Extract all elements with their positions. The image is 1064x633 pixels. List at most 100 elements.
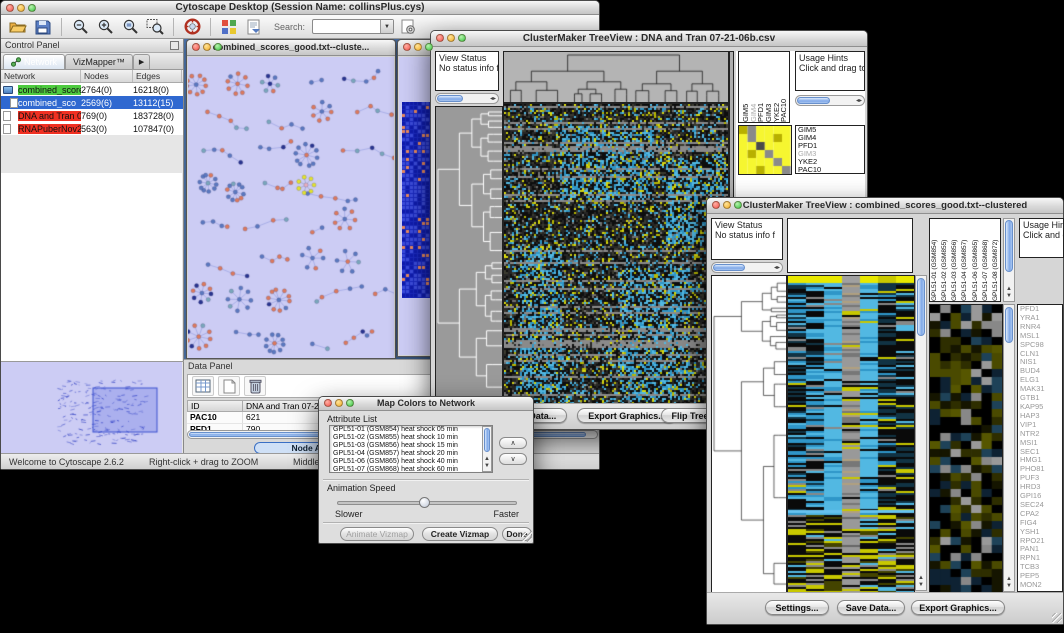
treeview2-zoom-vscrollbar[interactable]: ▲▼ bbox=[1003, 304, 1015, 592]
vizmapper-icon[interactable] bbox=[218, 17, 240, 37]
zoom-out-icon[interactable] bbox=[69, 17, 91, 37]
zoom-window-icon[interactable] bbox=[346, 399, 354, 407]
close-icon[interactable] bbox=[403, 43, 411, 51]
treeview2-zoom-heatmap[interactable] bbox=[929, 304, 1003, 594]
save-icon[interactable] bbox=[32, 17, 54, 37]
network-graph-canvas[interactable] bbox=[188, 57, 394, 358]
treeview1-usage-hints: Usage Hints Click and drag to bbox=[795, 51, 865, 91]
close-icon[interactable] bbox=[324, 399, 332, 407]
network-file-icon bbox=[3, 86, 13, 94]
minimize-icon[interactable] bbox=[17, 4, 25, 12]
zoom-window-icon[interactable] bbox=[425, 43, 433, 51]
resize-grip[interactable] bbox=[1052, 613, 1062, 623]
tab-network[interactable]: Network bbox=[3, 54, 65, 69]
column-label[interactable]: PFD1 bbox=[756, 52, 764, 122]
divider bbox=[323, 479, 529, 481]
search-input[interactable]: ▼ bbox=[312, 19, 394, 34]
network-table-row[interactable]: RNAPuberNov2+ 563(0) 107847(0) bbox=[1, 122, 183, 135]
main-titlebar[interactable]: Cytoscape Desktop (Session Name: collins… bbox=[1, 1, 599, 15]
attribute-list-item[interactable]: GPL51-02 (GSM855) heat shock 10 min bbox=[330, 434, 492, 442]
network-view-titlebar[interactable]: combined_scores_good.txt--cluste... bbox=[187, 40, 395, 56]
control-panel: Control Panel Network VizMapper™ ▶ Netwo… bbox=[1, 39, 184, 453]
close-icon[interactable] bbox=[436, 34, 444, 42]
treeview1-row-dendrogram[interactable] bbox=[435, 106, 503, 404]
close-icon[interactable] bbox=[192, 43, 200, 51]
network-overview-canvas[interactable] bbox=[1, 362, 182, 453]
animate-vizmap-button[interactable]: Animate Vizmap bbox=[340, 527, 414, 541]
chevron-down-icon[interactable]: ▼ bbox=[380, 20, 393, 33]
attribute-table-icon[interactable] bbox=[192, 376, 214, 396]
column-label[interactable]: GPL51-04 (GSM857) bbox=[961, 219, 968, 301]
move-up-button[interactable]: ∧ bbox=[499, 437, 527, 449]
export-graphics-button[interactable]: Export Graphics... bbox=[911, 600, 1005, 615]
column-label[interactable]: GPL51-01 (GSM854) bbox=[931, 219, 938, 301]
save-data-button[interactable]: Save Data... bbox=[837, 600, 905, 615]
network-overview-panel[interactable] bbox=[1, 361, 184, 453]
zoom-fit-icon[interactable] bbox=[144, 17, 166, 37]
network-table-row[interactable]: combined_scores 2764(0) 16218(0) bbox=[1, 83, 183, 96]
move-down-button[interactable]: ∨ bbox=[499, 453, 527, 465]
column-label[interactable]: GPL51-08 (GSM872) bbox=[992, 219, 999, 301]
treeview1-zoom-scrollbar[interactable]: ◂▸ bbox=[795, 95, 865, 106]
attribute-mapper-icon[interactable] bbox=[397, 17, 419, 37]
treeview1-titlebar[interactable]: ClusterMaker TreeView : DNA and Tran 07-… bbox=[431, 31, 867, 47]
treeview1-zoom-matrix[interactable] bbox=[738, 125, 792, 175]
column-label[interactable]: GPL51-06 (GSM865) bbox=[972, 219, 979, 301]
attribute-list-scrollbar[interactable]: ▲▼ bbox=[482, 426, 492, 472]
network-nodes: 2764(0) bbox=[81, 85, 133, 95]
column-label[interactable]: GPL51-03 (GSM856) bbox=[951, 219, 958, 301]
zoom-in-icon[interactable] bbox=[94, 17, 116, 37]
slider-thumb[interactable] bbox=[419, 497, 430, 508]
treeview2-heatmap-vscrollbar[interactable]: ▲▼ bbox=[915, 275, 927, 591]
attribute-list-item[interactable]: GPL51-04 (GSM857) heat shock 20 min bbox=[330, 450, 492, 458]
minimize-icon[interactable] bbox=[447, 34, 455, 42]
zoom-window-icon[interactable] bbox=[458, 34, 466, 42]
settings-button[interactable]: Settings... bbox=[765, 600, 829, 615]
minimize-icon[interactable] bbox=[203, 43, 211, 51]
attribute-list-item[interactable]: GPL51-01 (GSM854) heat shock 05 min bbox=[330, 426, 492, 434]
attribute-list[interactable]: GPL51-01 (GSM854) heat shock 05 minGPL51… bbox=[329, 425, 493, 473]
gene-label[interactable]: PAC10 bbox=[796, 166, 864, 174]
annotation-icon[interactable] bbox=[243, 17, 265, 37]
delete-attribute-icon[interactable] bbox=[244, 376, 266, 396]
network-table-row[interactable]: combined_sco 2569(6) 13112(15) bbox=[1, 96, 183, 109]
column-label[interactable]: GIM3 bbox=[764, 52, 772, 122]
column-label[interactable]: PAC10 bbox=[779, 52, 787, 122]
treeview2-dendrogram[interactable] bbox=[711, 275, 787, 593]
create-vizmap-button[interactable]: Create Vizmap bbox=[422, 527, 498, 541]
new-attribute-icon[interactable] bbox=[218, 376, 240, 396]
treeview2-heatmap[interactable] bbox=[787, 275, 915, 593]
minimize-icon[interactable] bbox=[414, 43, 422, 51]
treeview1-column-dendrogram[interactable] bbox=[503, 51, 729, 103]
column-label[interactable]: GIM5 bbox=[741, 52, 749, 122]
float-panel-icon[interactable] bbox=[170, 41, 179, 50]
treeview2-titlebar[interactable]: ClusterMaker TreeView : combined_scores_… bbox=[707, 198, 1063, 214]
attribute-list-item[interactable]: GPL51-03 (GSM856) heat shock 15 min bbox=[330, 442, 492, 450]
close-icon[interactable] bbox=[6, 4, 14, 12]
open-icon[interactable] bbox=[7, 17, 29, 37]
attribute-list-item[interactable]: GPL51-06 (GSM865) heat shock 40 min bbox=[330, 458, 492, 466]
column-label[interactable]: GPL51-02 (GSM855) bbox=[941, 219, 948, 301]
treeview1-heatmap[interactable] bbox=[503, 103, 729, 404]
dialog-titlebar[interactable]: Map Colors to Network bbox=[319, 397, 533, 411]
tab-overflow-arrow[interactable]: ▶ bbox=[133, 54, 150, 69]
grid-network-canvas[interactable] bbox=[402, 102, 432, 298]
minimize-icon[interactable] bbox=[335, 399, 343, 407]
help-ring-icon[interactable] bbox=[181, 17, 203, 37]
treeview1-row-scrollbar[interactable]: ◂▸ bbox=[435, 93, 499, 104]
tab-vizmapper[interactable]: VizMapper™ bbox=[65, 54, 133, 69]
resize-grip[interactable] bbox=[522, 532, 532, 542]
minimize-icon[interactable] bbox=[723, 201, 731, 209]
zoom-window-icon[interactable] bbox=[28, 4, 36, 12]
zoom-window-icon[interactable] bbox=[214, 43, 222, 51]
network-view-window[interactable]: combined_scores_good.txt--cluste... bbox=[186, 39, 396, 359]
close-icon[interactable] bbox=[712, 201, 720, 209]
treeview2-labels-vscrollbar[interactable]: ▲▼ bbox=[1003, 218, 1015, 302]
zoom-selected-icon[interactable] bbox=[119, 17, 141, 37]
treeview2-row-scrollbar[interactable]: ◂▸ bbox=[711, 262, 783, 273]
zoom-window-icon[interactable] bbox=[734, 201, 742, 209]
column-label[interactable]: GPL51-07 (GSM868) bbox=[982, 219, 989, 301]
attribute-list-item[interactable]: GPL51-07 (GSM868) heat shock 60 min bbox=[330, 466, 492, 473]
network-table-row[interactable]: DNA and Tran 07 769(0) 183728(0) bbox=[1, 109, 183, 122]
gene-label[interactable]: MON2 bbox=[1018, 581, 1062, 590]
